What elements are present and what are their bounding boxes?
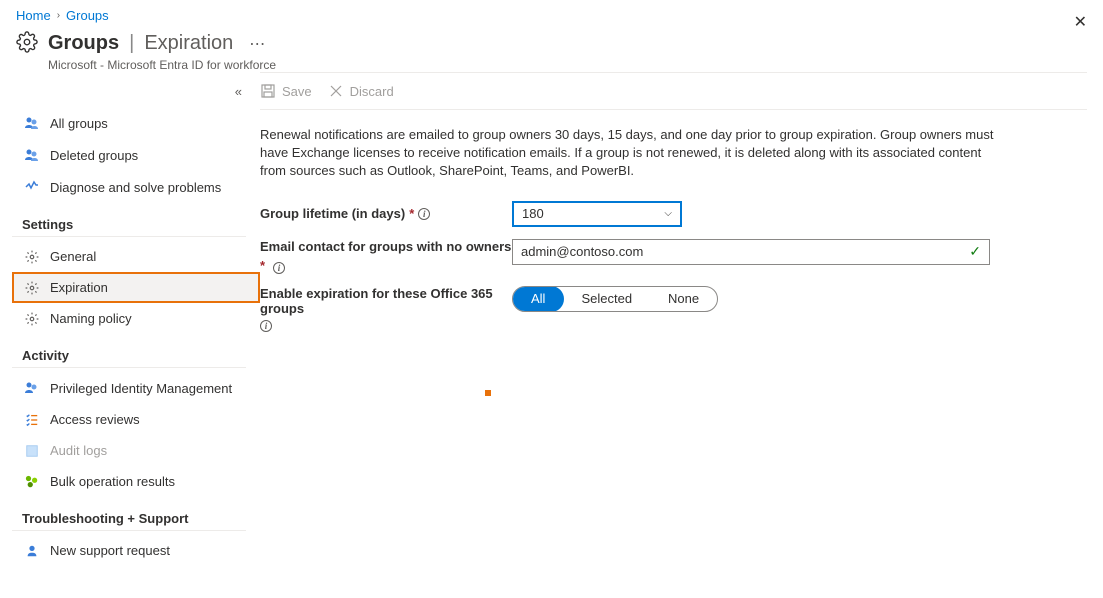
save-label: Save	[282, 84, 312, 99]
section-settings: Settings	[12, 203, 246, 237]
page-title: Groups	[48, 32, 119, 55]
decorative-marker	[485, 390, 491, 396]
sidebar-item-label: Bulk operation results	[50, 474, 175, 489]
sidebar-item-audit-logs[interactable]: Audit logs	[12, 435, 260, 466]
sidebar-item-label: Deleted groups	[50, 148, 138, 163]
email-label: Email contact for groups with no owners …	[260, 239, 512, 274]
gear-icon	[24, 250, 40, 264]
sidebar-item-label: General	[50, 249, 96, 264]
sidebar-item-pim[interactable]: Privileged Identity Management	[12, 372, 260, 404]
sidebar-item-label: Privileged Identity Management	[50, 381, 232, 396]
check-icon: ✓	[969, 243, 981, 260]
sidebar-item-label: Naming policy	[50, 311, 132, 326]
sidebar-item-general[interactable]: General	[12, 241, 260, 272]
discard-button[interactable]: Discard	[328, 83, 394, 99]
bulk-icon	[24, 475, 40, 489]
sidebar-item-label: Expiration	[50, 280, 108, 295]
gear-icon	[24, 312, 40, 326]
sidebar-item-access-reviews[interactable]: Access reviews	[12, 404, 260, 435]
info-icon[interactable]: i	[418, 208, 430, 220]
groups-icon	[24, 115, 40, 131]
groups-icon	[24, 380, 40, 396]
enable-label: Enable expiration for these Office 365 g…	[260, 286, 512, 332]
page-header: Groups | Expiration ⋯	[0, 27, 1103, 58]
save-icon	[260, 83, 276, 99]
sidebar: « All groups Deleted groups Diagnose and…	[0, 72, 260, 566]
collapse-sidebar-icon[interactable]: «	[12, 80, 260, 107]
close-icon[interactable]: ✕	[1070, 8, 1091, 36]
gear-icon	[16, 31, 38, 56]
breadcrumb-home[interactable]: Home	[16, 8, 51, 23]
lifetime-label: Group lifetime (in days) * i	[260, 206, 512, 221]
breadcrumb: Home › Groups	[0, 0, 1103, 27]
sidebar-item-naming-policy[interactable]: Naming policy	[12, 303, 260, 334]
discard-icon	[328, 83, 344, 99]
more-icon[interactable]: ⋯	[243, 34, 272, 54]
provider-label: Microsoft - Microsoft Entra ID for workf…	[0, 58, 1103, 72]
sidebar-item-diagnose[interactable]: Diagnose and solve problems	[12, 171, 260, 203]
section-activity: Activity	[12, 334, 246, 368]
checklist-icon	[24, 413, 40, 427]
email-value: admin@contoso.com	[521, 244, 643, 259]
info-icon[interactable]: i	[260, 320, 272, 332]
save-button[interactable]: Save	[260, 83, 312, 99]
main-content: Save Discard Renewal notifications are e…	[260, 72, 1103, 566]
groups-icon	[24, 147, 40, 163]
email-input[interactable]: admin@contoso.com ✓	[512, 239, 990, 265]
support-icon	[24, 544, 40, 558]
sidebar-item-label: Diagnose and solve problems	[50, 180, 221, 195]
toggle-all[interactable]: All	[512, 286, 564, 312]
sidebar-item-bulk-results[interactable]: Bulk operation results	[12, 466, 260, 497]
gear-icon	[24, 281, 40, 295]
toggle-none[interactable]: None	[650, 287, 717, 311]
enable-toggle: All Selected None	[512, 286, 718, 312]
sidebar-item-label: Audit logs	[50, 443, 107, 458]
info-icon[interactable]: i	[273, 262, 285, 274]
lifetime-value: 180	[522, 206, 544, 221]
page-subtitle: Expiration	[144, 32, 233, 55]
logs-icon	[24, 444, 40, 458]
chevron-right-icon: ›	[57, 10, 60, 21]
sidebar-item-label: Access reviews	[50, 412, 140, 427]
discard-label: Discard	[350, 84, 394, 99]
sidebar-item-expiration[interactable]: Expiration	[12, 272, 260, 303]
sidebar-item-all-groups[interactable]: All groups	[12, 107, 260, 139]
breadcrumb-groups[interactable]: Groups	[66, 8, 109, 23]
sidebar-item-deleted-groups[interactable]: Deleted groups	[12, 139, 260, 171]
title-separator: |	[129, 32, 134, 55]
lifetime-select[interactable]: 180 ⌵	[512, 201, 682, 227]
toolbar: Save Discard	[260, 73, 1087, 110]
chevron-down-icon: ⌵	[664, 208, 672, 219]
section-troubleshooting: Troubleshooting + Support	[12, 497, 246, 531]
toggle-selected[interactable]: Selected	[563, 287, 650, 311]
sidebar-item-label: All groups	[50, 116, 108, 131]
sidebar-item-support[interactable]: New support request	[12, 535, 260, 566]
description-text: Renewal notifications are emailed to gro…	[260, 110, 1000, 195]
diagnose-icon	[24, 179, 40, 195]
sidebar-item-label: New support request	[50, 543, 170, 558]
required-star: *	[409, 206, 414, 221]
required-star: *	[260, 258, 265, 273]
